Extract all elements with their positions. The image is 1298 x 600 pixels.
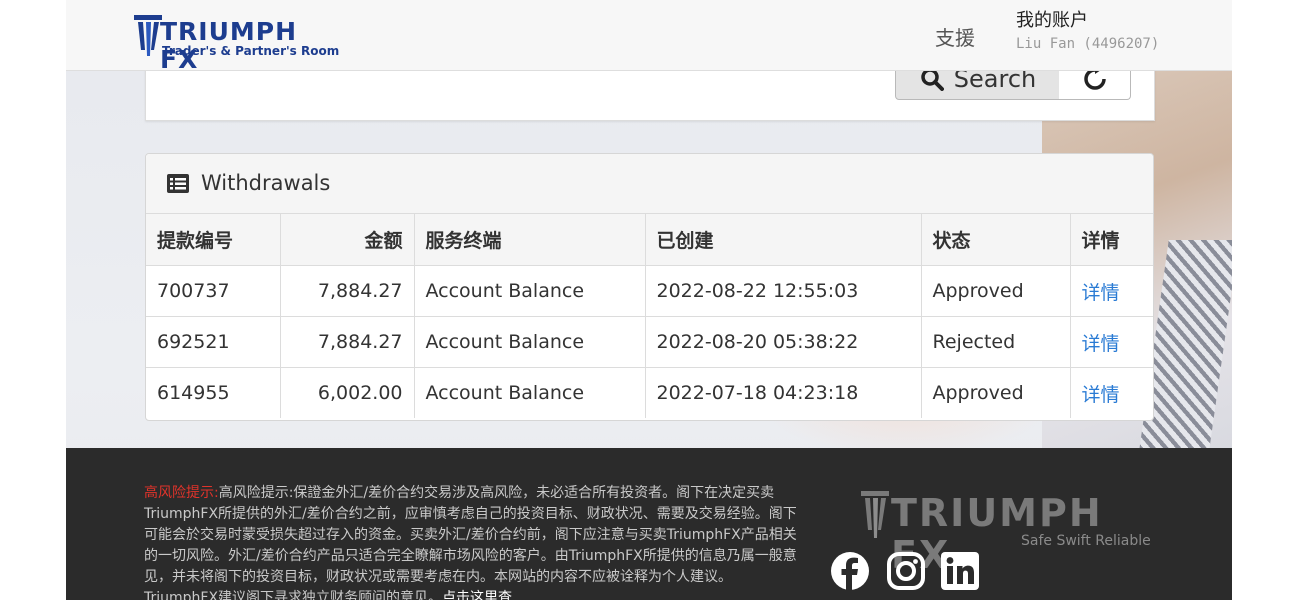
column-header-id[interactable]: 提款编号 (146, 214, 281, 266)
withdrawals-table: 提款编号 金额 服务终端 已创建 状态 详情 700737 7,884.27 A… (146, 214, 1153, 418)
cell-status: Rejected (921, 316, 1071, 368)
table-row: 700737 7,884.27 Account Balance 2022-08-… (146, 265, 1153, 317)
cell-terminal: Account Balance (414, 316, 646, 368)
details-link[interactable]: 详情 (1070, 316, 1153, 368)
column-header-amount[interactable]: 金额 (280, 214, 415, 266)
footer-tagline: Safe Swift Reliable (1021, 533, 1151, 549)
cell-terminal: Account Balance (414, 265, 646, 317)
column-header-terminal[interactable]: 服务终端 (414, 214, 646, 266)
cell-amount: 7,884.27 (280, 265, 415, 317)
table-header-row: 提款编号 金额 服务终端 已创建 状态 详情 (146, 214, 1153, 266)
cell-created: 2022-08-20 05:38:22 (645, 316, 922, 368)
cell-terminal: Account Balance (414, 367, 646, 418)
table-list-icon (167, 174, 189, 193)
site-header: TRIUMPH FX Trader's & Partner's Room 支援 … (66, 0, 1232, 74)
linkedin-icon[interactable] (941, 552, 979, 590)
support-link[interactable]: 支援 (935, 22, 975, 51)
cell-amount: 7,884.27 (280, 316, 415, 368)
cell-id: 700737 (146, 265, 281, 317)
account-user: Liu Fan (4496207) (1016, 36, 1160, 52)
column-header-status[interactable]: 状态 (921, 214, 1071, 266)
details-link[interactable]: 详情 (1070, 265, 1153, 317)
instagram-icon[interactable] (887, 552, 925, 590)
withdrawals-panel-header: Withdrawals (146, 154, 1153, 214)
cell-created: 2022-08-22 12:55:03 (645, 265, 922, 317)
footer-logo: TRIUMPH FX Safe Swift Reliable (861, 486, 1151, 576)
more-info-link[interactable]: 点击这里查 (442, 590, 512, 600)
table-row: 614955 6,002.00 Account Balance 2022-07-… (146, 367, 1153, 419)
page: Search Withdrawals 提款编号 金额 服务终端 已创建 状态 详… (66, 0, 1232, 600)
cell-id: 692521 (146, 316, 281, 368)
cell-status: Approved (921, 367, 1071, 418)
withdrawals-title: Withdrawals (201, 171, 331, 195)
table-row: 692521 7,884.27 Account Balance 2022-08-… (146, 316, 1153, 368)
facebook-icon[interactable] (831, 552, 869, 590)
risk-warning-text: 高风险提示:保證金外汇/差价合约交易涉及高风险，未必适合所有投资者。阁下在决定买… (144, 485, 797, 600)
cell-created: 2022-07-18 04:23:18 (645, 367, 922, 418)
risk-warning-label: 高风险提示: (144, 485, 219, 501)
details-link[interactable]: 详情 (1070, 368, 1153, 419)
cell-amount: 6,002.00 (280, 367, 415, 418)
logo-subtitle: Trader's & Partner's Room (162, 44, 340, 58)
withdrawals-panel: Withdrawals 提款编号 金额 服务终端 已创建 状态 详情 70073 (145, 153, 1154, 421)
site-footer: 高风险提示:高风险提示:保證金外汇/差价合约交易涉及高风险，未必适合所有投资者。… (66, 448, 1232, 600)
footer-logo-mark-icon (861, 491, 889, 538)
cell-id: 614955 (146, 367, 281, 418)
column-header-details: 详情 (1070, 214, 1153, 266)
column-header-created[interactable]: 已创建 (645, 214, 922, 266)
account-title: 我的账户 (1016, 10, 1088, 31)
cell-status: Approved (921, 265, 1071, 317)
risk-disclaimer: 高风险提示:高风险提示:保證金外汇/差价合约交易涉及高风险，未必适合所有投资者。… (144, 483, 806, 600)
account-menu[interactable]: 我的账户 Liu Fan (4496207) (1016, 10, 1159, 54)
brand-logo[interactable]: TRIUMPH FX Trader's & Partner's Room (134, 12, 344, 74)
